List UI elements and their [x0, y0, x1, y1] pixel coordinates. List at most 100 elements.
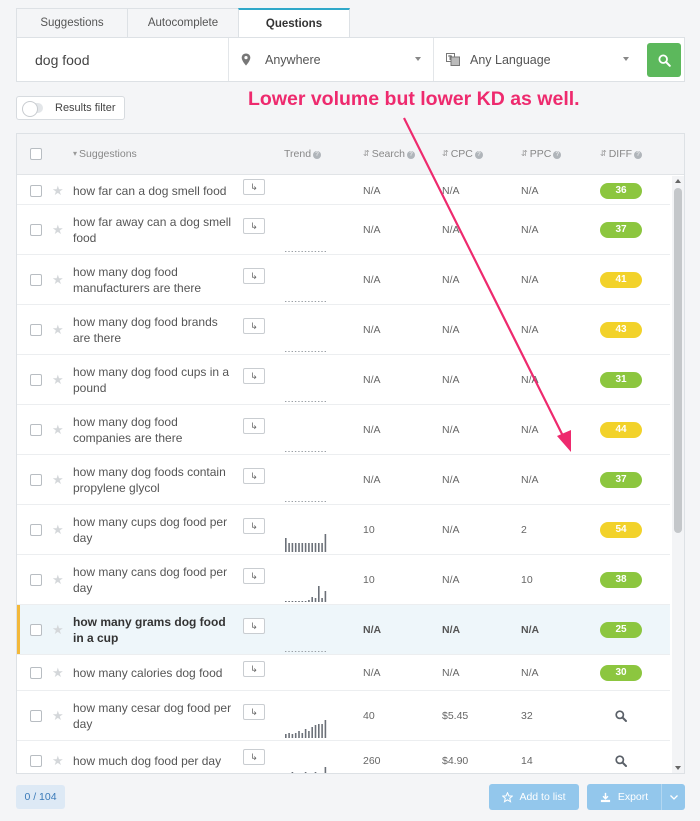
use-keyword-button[interactable]: ↳ [243, 618, 265, 634]
row-checkbox[interactable] [30, 624, 42, 636]
table-row[interactable]: ★ how many dog foods contain propylene gl… [17, 455, 670, 505]
scrollbar[interactable] [672, 176, 684, 773]
tab-autocomplete[interactable]: Autocomplete [127, 8, 239, 37]
scrollbar-thumb[interactable] [674, 188, 682, 533]
star-icon[interactable]: ★ [52, 323, 64, 336]
star-icon[interactable]: ★ [52, 184, 64, 197]
col-cpc[interactable]: ⇵ CPC? [442, 148, 483, 160]
keyword-text[interactable]: how many grams dog food in a cup [73, 614, 233, 646]
use-keyword-button[interactable]: ↳ [243, 368, 265, 384]
star-icon [502, 791, 514, 803]
use-keyword-button[interactable]: ↳ [243, 418, 265, 434]
keyword-text[interactable]: how much dog food per day [73, 753, 233, 769]
row-checkbox[interactable] [30, 710, 42, 722]
keyword-text[interactable]: how many dog food companies are there [73, 414, 233, 446]
check-difficulty-icon[interactable] [614, 709, 628, 723]
row-checkbox[interactable] [30, 274, 42, 286]
keyword-text[interactable]: how many cups dog food per day [73, 514, 233, 546]
table-row[interactable]: ★ how many calories dog food ↳ N/A N/A N/A 30 [17, 655, 670, 695]
table-row[interactable]: ★ how far can a dog smell food ↳ N/A N/A N/A 3… [17, 176, 670, 213]
keyword-text[interactable]: how many dog food manufacturers are ther… [73, 264, 233, 296]
star-icon[interactable]: ★ [52, 709, 64, 722]
toggle-switch[interactable] [22, 101, 43, 117]
search-input[interactable]: dog food [17, 38, 229, 81]
trend-bar [291, 734, 294, 738]
keyword-text[interactable]: how many calories dog food [73, 665, 233, 681]
tab-suggestions[interactable]: Suggestions [16, 8, 128, 37]
table-row[interactable]: ★ how many grams dog food in a cup ↳ N/A N/A… [17, 605, 670, 655]
use-keyword-button[interactable]: ↳ [243, 218, 265, 234]
trend-bar [291, 543, 294, 552]
star-icon[interactable]: ★ [52, 273, 64, 286]
keyword-text[interactable]: how many dog food cups in a pound [73, 364, 233, 396]
help-icon[interactable]: ? [313, 151, 322, 159]
keyword-text[interactable]: how far can a dog smell food [73, 183, 233, 199]
trend-placeholder-dot [291, 251, 293, 252]
use-keyword-button[interactable]: ↳ [243, 661, 265, 677]
row-checkbox[interactable] [30, 224, 42, 236]
select-all-checkbox[interactable] [30, 148, 42, 160]
col-diff[interactable]: ⇵ DIFF? [600, 148, 643, 160]
row-checkbox[interactable] [30, 424, 42, 436]
star-icon[interactable]: ★ [52, 223, 64, 236]
use-keyword-button[interactable]: ↳ [243, 468, 265, 484]
star-icon[interactable]: ★ [52, 666, 64, 679]
table-row[interactable]: ★ how many cups dog food per day ↳ 10 N/A 2 54 [17, 505, 670, 555]
scroll-down-icon[interactable] [675, 766, 681, 770]
star-icon[interactable]: ★ [52, 754, 64, 767]
row-checkbox[interactable] [30, 474, 42, 486]
keyword-text[interactable]: how many dog foods contain propylene gly… [73, 464, 233, 496]
table-row[interactable]: ★ how many cesar dog food per day ↳ 40 $5.45… [17, 691, 670, 741]
language-select[interactable]: Any Language [434, 38, 641, 81]
col-suggestions[interactable]: ▾ Suggestions [73, 148, 137, 160]
col-search[interactable]: ⇵ Search? [363, 148, 415, 160]
use-keyword-button[interactable]: ↳ [243, 179, 265, 195]
use-keyword-button[interactable]: ↳ [243, 568, 265, 584]
table-row[interactable]: ★ how much dog food per day ↳ 260 $4.90 14 [17, 741, 670, 773]
col-ppc[interactable]: ⇵ PPC? [521, 148, 562, 160]
use-keyword-button[interactable]: ↳ [243, 268, 265, 284]
table-row[interactable]: ★ how many dog food companies are there ↳ N… [17, 405, 670, 455]
location-select[interactable]: Anywhere [229, 38, 434, 81]
row-checkbox[interactable] [30, 574, 42, 586]
scroll-up-icon[interactable] [675, 179, 681, 183]
star-icon[interactable]: ★ [52, 523, 64, 536]
table-row[interactable]: ★ how many cans dog food per day ↳ 10 N/A 10 3… [17, 555, 670, 605]
use-keyword-button[interactable]: ↳ [243, 749, 265, 765]
row-checkbox[interactable] [30, 324, 42, 336]
table-row[interactable]: ★ how far away can a dog smell food ↳ N/A N/… [17, 205, 670, 255]
row-checkbox[interactable] [30, 755, 42, 767]
results-filter-toggle[interactable]: Results filter [16, 96, 125, 120]
export-main[interactable]: Export [587, 791, 661, 803]
export-button[interactable]: Export [587, 784, 685, 810]
keyword-text[interactable]: how many cans dog food per day [73, 564, 233, 596]
use-keyword-button[interactable]: ↳ [243, 318, 265, 334]
star-icon[interactable]: ★ [52, 573, 64, 586]
row-checkbox[interactable] [30, 524, 42, 536]
keyword-text[interactable]: how far away can a dog smell food [73, 214, 233, 246]
use-keyword-button[interactable]: ↳ [243, 704, 265, 720]
table-row[interactable]: ★ how many dog food brands are there ↳ N/A N… [17, 305, 670, 355]
help-icon[interactable]: ? [634, 151, 643, 159]
use-keyword-button[interactable]: ↳ [243, 518, 265, 534]
check-difficulty-icon[interactable] [614, 754, 628, 768]
tab-questions[interactable]: Questions [238, 8, 350, 37]
help-icon[interactable]: ? [474, 151, 483, 159]
search-button[interactable] [647, 43, 681, 77]
row-checkbox[interactable] [30, 185, 42, 197]
row-checkbox[interactable] [30, 374, 42, 386]
cpc-value: N/A [442, 324, 460, 336]
table-row[interactable]: ★ how many dog food cups in a pound ↳ N/A N/… [17, 355, 670, 405]
add-to-list-button[interactable]: Add to list [489, 784, 579, 810]
table-row[interactable]: ★ how many dog food manufacturers are the… [17, 255, 670, 305]
help-icon[interactable]: ? [406, 151, 415, 159]
row-checkbox[interactable] [30, 667, 42, 679]
export-dropdown[interactable] [661, 784, 685, 810]
help-icon[interactable]: ? [553, 151, 562, 159]
star-icon[interactable]: ★ [52, 473, 64, 486]
star-icon[interactable]: ★ [52, 373, 64, 386]
keyword-text[interactable]: how many dog food brands are there [73, 314, 233, 346]
star-icon[interactable]: ★ [52, 423, 64, 436]
keyword-text[interactable]: how many cesar dog food per day [73, 700, 233, 732]
star-icon[interactable]: ★ [52, 623, 64, 636]
